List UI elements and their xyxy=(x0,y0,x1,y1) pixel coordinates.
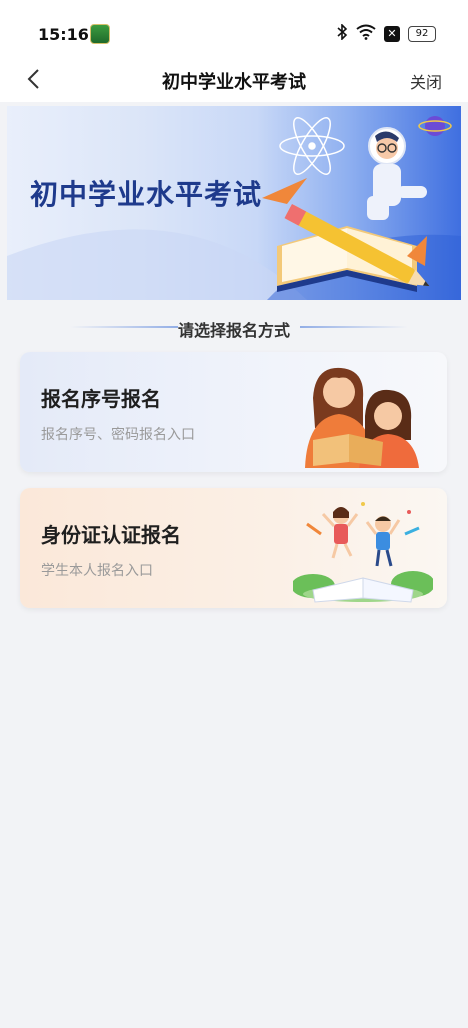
status-icons: ✕ 92 xyxy=(336,23,436,43)
battery-icon: 92 xyxy=(408,25,436,42)
status-bar: 15:16 ✕ 92 xyxy=(0,0,468,58)
students-jumping-illustration xyxy=(293,502,433,603)
card-subtitle: 报名序号、密码报名入口 xyxy=(41,427,195,443)
card-title: 身份证认证报名 xyxy=(41,523,181,547)
card-title: 报名序号报名 xyxy=(41,387,161,411)
wifi-icon xyxy=(356,24,376,43)
section-header: 请选择报名方式 xyxy=(0,312,468,342)
banner-title: 初中学业水平考试 xyxy=(30,178,263,211)
x-icon: ✕ xyxy=(384,25,400,42)
card-subtitle: 学生本人报名入口 xyxy=(41,563,153,579)
app-notification-icon xyxy=(90,24,110,44)
page-title: 初中学业水平考试 xyxy=(162,72,306,93)
status-time: 15:16 xyxy=(38,25,89,44)
section-title: 请选择报名方式 xyxy=(177,321,290,340)
bluetooth-icon xyxy=(336,23,348,43)
banner: 初中学业水平考试 xyxy=(7,106,461,300)
option-card-serial-number[interactable]: 报名序号报名 报名序号、密码报名入口 xyxy=(20,352,447,472)
close-button[interactable]: 关闭 xyxy=(410,69,442,93)
divider-right xyxy=(300,326,408,328)
parent-child-reading-illustration xyxy=(305,367,419,468)
nav-bar: 初中学业水平考试 关闭 xyxy=(0,58,468,102)
option-card-id-verification[interactable]: 身份证认证报名 学生本人报名入口 xyxy=(20,488,447,608)
